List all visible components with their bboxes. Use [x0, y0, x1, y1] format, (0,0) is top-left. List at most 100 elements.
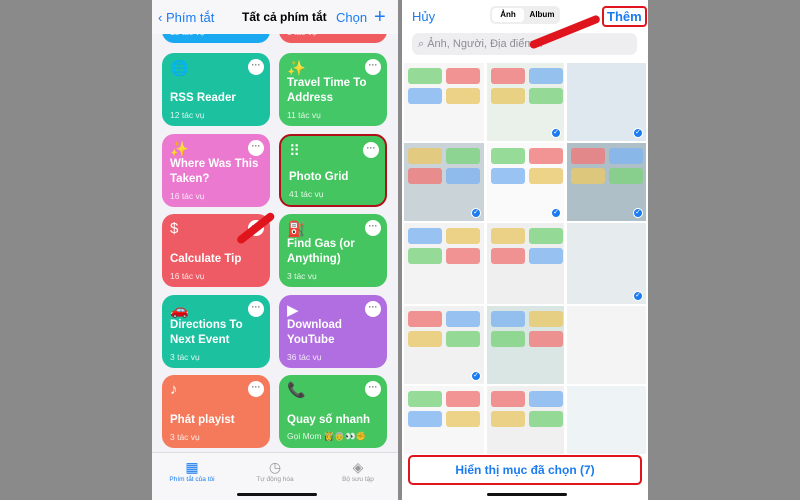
shortcut-subtitle: 3 tác vụ: [287, 271, 317, 281]
shortcut-card[interactable]: ♪ ··· Phát playist 3 tác vụ: [162, 375, 270, 448]
more-icon[interactable]: ···: [248, 59, 264, 75]
show-selected-button[interactable]: Hiển thị mục đã chọn (7): [408, 455, 642, 485]
shortcut-title: Photo Grid: [289, 171, 349, 183]
more-icon[interactable]: ···: [248, 381, 264, 397]
thumbnail-block: [446, 311, 480, 327]
shortcut-title: Phát playist: [170, 414, 235, 426]
segment-album[interactable]: Album: [526, 8, 558, 22]
more-icon[interactable]: ···: [365, 59, 381, 75]
thumbnail-block: [491, 248, 525, 264]
tab-label: Tự động hóa: [256, 476, 294, 483]
photo-thumbnail[interactable]: ✓: [566, 142, 647, 222]
photo-thumbnail[interactable]: [403, 62, 485, 142]
cancel-button[interactable]: Hủy: [412, 9, 435, 24]
search-placeholder: Ảnh, Người, Địa điểm...: [427, 38, 543, 50]
shortcut-card[interactable]: 📞 ··· Quay số nhanh Gọi Mom 👸👵👀✊: [279, 375, 387, 448]
photo-thumbnail[interactable]: [403, 385, 485, 455]
more-icon[interactable]: ···: [248, 301, 264, 317]
thumbnail-block: [529, 311, 563, 327]
shortcut-card[interactable]: ▶ ··· Download YouTube 36 tác vụ: [279, 295, 387, 368]
clock-check-icon: ◷: [268, 459, 282, 475]
globe-icon: 🌐: [170, 60, 189, 77]
shortcut-card[interactable]: ✨ ··· Where Was This Taken? 16 tác vụ: [162, 134, 270, 207]
more-icon[interactable]: ···: [363, 142, 379, 158]
checkmark-icon: ✓: [471, 371, 481, 381]
shortcut-card[interactable]: 🌐 ··· RSS Reader 12 tác vụ: [162, 53, 270, 126]
thumbnail-block: [529, 168, 563, 184]
thumbnail-block: [491, 148, 525, 164]
back-button[interactable]: ‹ Phím tắt: [158, 10, 214, 25]
page-title: Tất cả phím tắt: [242, 10, 327, 24]
add-button[interactable]: +: [374, 6, 386, 29]
segment-photos[interactable]: Ảnh: [492, 8, 524, 22]
thumbnail-block: [446, 391, 480, 407]
photo-thumbnail[interactable]: [486, 385, 565, 455]
photo-thumbnail[interactable]: ✓: [403, 305, 485, 385]
thumbnail-block: [491, 311, 525, 327]
home-indicator: [237, 493, 317, 496]
shortcut-subtitle: 16 tác vụ: [170, 271, 205, 281]
select-button[interactable]: Chọn: [336, 10, 367, 25]
shortcut-subtitle: 12 tác vụ: [170, 110, 205, 120]
thumbnail-block: [491, 331, 525, 347]
shortcut-subtitle: 16 tác vụ: [170, 191, 205, 201]
thumbnail-block: [491, 68, 525, 84]
shortcut-subtitle: Gọi Mom 👸👵👀✊: [287, 431, 367, 441]
thumbnail-block: [571, 168, 605, 184]
add-button[interactable]: Thêm: [602, 6, 647, 27]
shortcut-subtitle: 3 tác vụ: [170, 352, 200, 362]
shortcut-title: Travel Time To Address: [287, 77, 367, 104]
tab-gallery[interactable]: ◈ Bộ sưu tập: [318, 459, 398, 483]
video-icon: ▶: [287, 302, 299, 319]
grid-icon: ▦: [185, 459, 199, 475]
shortcut-title: Directions To Next Event: [170, 319, 243, 346]
tab-automation[interactable]: ◷ Tự động hóa: [235, 459, 315, 483]
photo-picker-screen: Hủy Ảnh Album Thêm ⌕ Ảnh, Người, Địa điể…: [402, 0, 648, 500]
photo-thumbnail[interactable]: ✓: [486, 62, 565, 142]
shortcut-card[interactable]: ⛽ ··· Find Gas (or Anything) 3 tác vụ: [279, 214, 387, 287]
search-input[interactable]: ⌕ Ảnh, Người, Địa điểm...: [412, 33, 637, 55]
thumbnail-block: [529, 331, 563, 347]
shortcut-card[interactable]: ✨ ··· Travel Time To Address 11 tác vụ: [279, 53, 387, 126]
photo-thumbnail[interactable]: [566, 385, 647, 455]
fuel-icon: ⛽: [287, 221, 306, 238]
thumbnail-block: [446, 88, 480, 104]
more-icon[interactable]: ···: [365, 381, 381, 397]
tab-my-shortcuts[interactable]: ▦ Phím tắt của tôi: [152, 459, 232, 483]
checkmark-icon: ✓: [471, 208, 481, 218]
car-icon: 🚗: [170, 302, 189, 319]
photo-thumbnail[interactable]: [566, 305, 647, 385]
photo-thumbnail[interactable]: ✓: [486, 142, 565, 222]
shortcut-card[interactable]: 🚗 ··· Directions To Next Event 3 tác vụ: [162, 295, 270, 368]
thumbnail-block: [408, 88, 442, 104]
photo-thumbnail[interactable]: [403, 222, 485, 305]
dollar-icon: $: [170, 220, 179, 237]
thumbnail-block: [446, 148, 480, 164]
phone-icon: 📞: [287, 382, 306, 399]
more-icon[interactable]: ···: [248, 140, 264, 156]
thumbnail-block: [529, 148, 563, 164]
more-icon[interactable]: ···: [365, 301, 381, 317]
thumbnail-block: [446, 331, 480, 347]
shortcut-subtitle: 11 tác vụ: [287, 110, 321, 120]
photo-thumbnail[interactable]: ✓: [403, 142, 485, 222]
music-note-icon: ♪: [170, 381, 178, 398]
thumbnail-block: [446, 248, 480, 264]
thumbnail-block: [408, 148, 442, 164]
photo-thumbnail[interactable]: ✓: [566, 62, 647, 142]
more-icon[interactable]: ···: [365, 220, 381, 236]
checkmark-icon: ✓: [551, 208, 561, 218]
thumbnail-block: [491, 168, 525, 184]
photo-thumbnail[interactable]: [486, 222, 565, 305]
thumbnail-block: [529, 248, 563, 264]
photo-thumbnail[interactable]: ✓: [566, 222, 647, 305]
photo-thumbnail[interactable]: [486, 305, 565, 385]
shortcut-title: Download YouTube: [287, 319, 342, 346]
shortcut-card[interactable]: ⠿ ··· Photo Grid 41 tác vụ: [279, 134, 387, 207]
thumbnail-block: [446, 68, 480, 84]
checkmark-icon: ✓: [551, 128, 561, 138]
thumbnail-block: [446, 411, 480, 427]
thumbnail-block: [446, 168, 480, 184]
shortcut-title: Quay số nhanh: [287, 414, 371, 426]
home-indicator: [487, 493, 567, 496]
